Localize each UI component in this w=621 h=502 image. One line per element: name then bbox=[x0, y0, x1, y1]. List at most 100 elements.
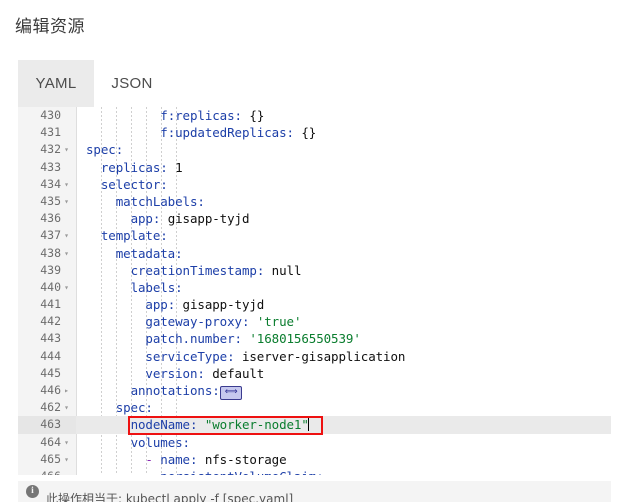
token: : bbox=[167, 297, 183, 313]
code-line-text[interactable]: selector: bbox=[76, 176, 611, 193]
fold-expanded-icon[interactable]: ▾ bbox=[61, 468, 72, 475]
token: app bbox=[145, 297, 168, 313]
token: labels bbox=[130, 279, 176, 295]
code-line-text[interactable]: labels: bbox=[76, 279, 611, 296]
code-line-text[interactable]: serviceType: iserver-gisapplication bbox=[76, 348, 611, 365]
code-line-text[interactable]: f:updatedReplicas: {} bbox=[76, 124, 611, 141]
token: spec bbox=[115, 400, 146, 416]
token: gisapp-tyjd bbox=[182, 297, 265, 313]
token: persistentVolumeClaim bbox=[160, 469, 316, 475]
code-line-text[interactable]: app: gisapp-tyjd bbox=[76, 296, 611, 313]
line-number-gutter: 445▾ bbox=[18, 364, 76, 382]
code-line[interactable]: 462 ▾ spec: bbox=[18, 399, 611, 417]
token: iserver-gisapplication bbox=[241, 348, 406, 364]
line-number-gutter: 439▾ bbox=[18, 261, 76, 279]
line-number: 442 bbox=[40, 314, 61, 329]
token: : bbox=[197, 193, 205, 209]
page-title: 编辑资源 bbox=[15, 17, 85, 37]
token: {} bbox=[249, 108, 265, 123]
code-line-text[interactable]: matchLabels: bbox=[76, 193, 611, 210]
fold-expanded-icon[interactable]: ▾ bbox=[61, 227, 72, 244]
code-line[interactable]: 443▾ patch.number: '1680156550539' bbox=[18, 330, 611, 348]
code-line-text[interactable]: template: bbox=[76, 227, 611, 244]
code-line[interactable]: 437 ▾ template: bbox=[18, 227, 611, 245]
line-number-gutter: 442▾ bbox=[18, 313, 76, 331]
fold-collapsed-icon[interactable]: ▸ bbox=[61, 382, 72, 399]
code-line-text[interactable]: nodeName: "worker-node1" bbox=[76, 416, 611, 433]
line-number-gutter: 443▾ bbox=[18, 330, 76, 348]
token: version bbox=[145, 365, 198, 381]
tab-json[interactable]: JSON bbox=[94, 60, 170, 107]
code-line[interactable]: 463▾ nodeName: "worker-node1" bbox=[18, 416, 611, 434]
fold-expanded-icon[interactable]: ▾ bbox=[61, 193, 72, 210]
line-number: 436 bbox=[40, 211, 61, 226]
code-line[interactable]: 442▾ gateway-proxy: 'true' bbox=[18, 313, 611, 331]
code-line[interactable]: 435 ▾ matchLabels: bbox=[18, 192, 611, 211]
tab-yaml[interactable]: YAML bbox=[18, 60, 94, 107]
token: : bbox=[227, 348, 242, 364]
code-line-text[interactable]: creationTimestamp: null bbox=[76, 262, 611, 279]
code-line-text[interactable]: app: gisapp-tyjd bbox=[76, 210, 611, 227]
code-line[interactable]: 464 ▾ volumes: bbox=[18, 433, 611, 451]
fold-expanded-icon[interactable]: ▾ bbox=[61, 434, 72, 451]
code-line[interactable]: 446 ▸ annotations: ⟺ bbox=[18, 382, 611, 400]
token: : bbox=[189, 417, 205, 433]
token: f:replicas bbox=[160, 108, 235, 123]
code-line-text[interactable]: patch.number: '1680156550539' bbox=[76, 330, 611, 347]
code-line[interactable]: 436▾ app: gisapp-tyjd bbox=[18, 210, 611, 228]
token: serviceType bbox=[145, 348, 228, 364]
code-line[interactable]: 441▾ app: gisapp-tyjd bbox=[18, 296, 611, 314]
line-number: 464 bbox=[40, 434, 61, 449]
code-line-text[interactable]: version: default bbox=[76, 365, 611, 382]
line-number-gutter: 438 ▾ bbox=[18, 244, 76, 262]
collapsed-block-widget[interactable]: ⟺ bbox=[219, 386, 242, 400]
token: app bbox=[130, 211, 153, 227]
token: name bbox=[160, 451, 190, 467]
code-line[interactable]: 438 ▾ metadata: bbox=[18, 244, 611, 262]
editor-format-tabs: YAML JSON bbox=[18, 60, 170, 107]
token: "worker-node1" bbox=[204, 417, 309, 433]
fold-expanded-icon[interactable]: ▾ bbox=[61, 245, 72, 262]
code-line[interactable]: 444▾ serviceType: iserver-gisapplication bbox=[18, 347, 611, 365]
fold-expanded-icon[interactable]: ▾ bbox=[61, 399, 72, 416]
code-line[interactable]: 431▾ f:updatedReplicas: {} bbox=[18, 124, 611, 142]
fold-expanded-icon[interactable]: ▾ bbox=[61, 141, 72, 158]
fold-expanded-icon[interactable]: ▾ bbox=[61, 279, 72, 296]
code-line[interactable]: 433▾ replicas: 1 bbox=[18, 158, 611, 176]
text-cursor bbox=[307, 418, 309, 432]
yaml-code-editor[interactable]: 430▾ f:replicas: {}431▾ f:updatedReplica… bbox=[18, 107, 611, 475]
code-rows: 430▾ f:replicas: {}431▾ f:updatedReplica… bbox=[18, 107, 611, 475]
token: - bbox=[145, 451, 161, 467]
code-line-text[interactable]: annotations: ⟺ bbox=[76, 382, 611, 400]
line-number-gutter: 433▾ bbox=[18, 158, 76, 176]
code-line-text[interactable]: replicas: 1 bbox=[76, 159, 611, 176]
code-line-text[interactable]: gateway-proxy: 'true' bbox=[76, 313, 611, 330]
code-line[interactable]: 440 ▾ labels: bbox=[18, 278, 611, 297]
code-line-text[interactable]: spec: bbox=[76, 141, 611, 158]
fold-expanded-icon[interactable]: ▾ bbox=[61, 451, 72, 468]
code-line[interactable]: 439▾ creationTimestamp: null bbox=[18, 261, 611, 279]
code-line[interactable]: 445▾ version: default bbox=[18, 364, 611, 382]
token: {} bbox=[301, 125, 317, 141]
token: selector bbox=[100, 176, 161, 192]
token: : bbox=[160, 159, 176, 175]
line-number: 430 bbox=[40, 108, 61, 122]
code-line-text[interactable]: f:replicas: {} bbox=[76, 107, 611, 124]
code-line-text[interactable]: persistentVolumeClaim: bbox=[76, 468, 611, 475]
code-line[interactable]: 466▾ persistentVolumeClaim: bbox=[18, 467, 611, 475]
token: nfs-storage bbox=[204, 451, 287, 467]
line-number-gutter: 437 ▾ bbox=[18, 227, 76, 245]
fold-spacer: ▾ bbox=[61, 210, 72, 227]
code-line-text[interactable]: volumes: bbox=[76, 434, 611, 451]
code-line[interactable]: 465 ▾ - name: nfs-storage bbox=[18, 450, 611, 468]
code-line[interactable]: 432 ▾ spec: bbox=[18, 141, 611, 159]
code-line[interactable]: 434 ▾ selector: bbox=[18, 175, 611, 193]
code-line[interactable]: 430▾ f:replicas: {} bbox=[18, 107, 611, 125]
fold-expanded-icon[interactable]: ▾ bbox=[61, 176, 72, 193]
code-line-text[interactable]: - name: nfs-storage bbox=[76, 451, 611, 468]
line-number-gutter: 463▾ bbox=[18, 416, 76, 434]
info-icon: i bbox=[26, 485, 39, 498]
code-line-text[interactable]: spec: bbox=[76, 399, 611, 416]
code-line-text[interactable]: metadata: bbox=[76, 245, 611, 262]
line-number-gutter: 446 ▸ bbox=[18, 382, 76, 400]
